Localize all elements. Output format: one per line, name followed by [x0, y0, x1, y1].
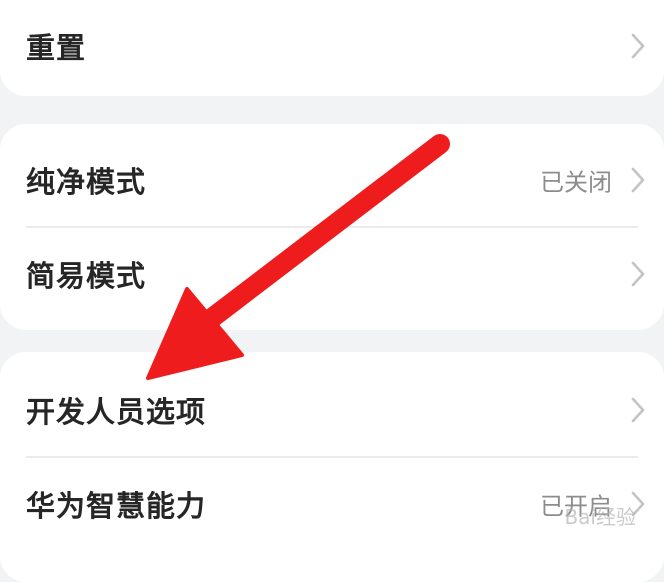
settings-group-2: 纯净模式 已关闭 简易模式: [0, 124, 664, 330]
row-huawei-ability-label: 华为智慧能力: [26, 489, 207, 523]
chevron-right-icon: [631, 261, 645, 287]
settings-group-1: 重置: [0, 0, 664, 96]
row-simple-mode-label: 简易模式: [26, 259, 147, 293]
row-simple-mode[interactable]: 简易模式: [0, 228, 664, 320]
row-developer-options[interactable]: 开发人员选项: [0, 364, 664, 456]
row-reset-label: 重置: [26, 31, 87, 65]
row-pure-mode-label: 纯净模式: [26, 165, 147, 199]
row-reset[interactable]: 重置: [0, 0, 664, 92]
chevron-right-icon: [631, 33, 645, 59]
row-pure-mode[interactable]: 纯净模式 已关闭: [0, 134, 664, 226]
row-developer-options-label: 开发人员选项: [26, 395, 207, 429]
watermark: Bai经验: [564, 505, 636, 529]
chevron-right-icon: [631, 397, 645, 423]
row-pure-mode-status: 已关闭: [540, 168, 612, 197]
chevron-right-icon: [631, 167, 645, 193]
